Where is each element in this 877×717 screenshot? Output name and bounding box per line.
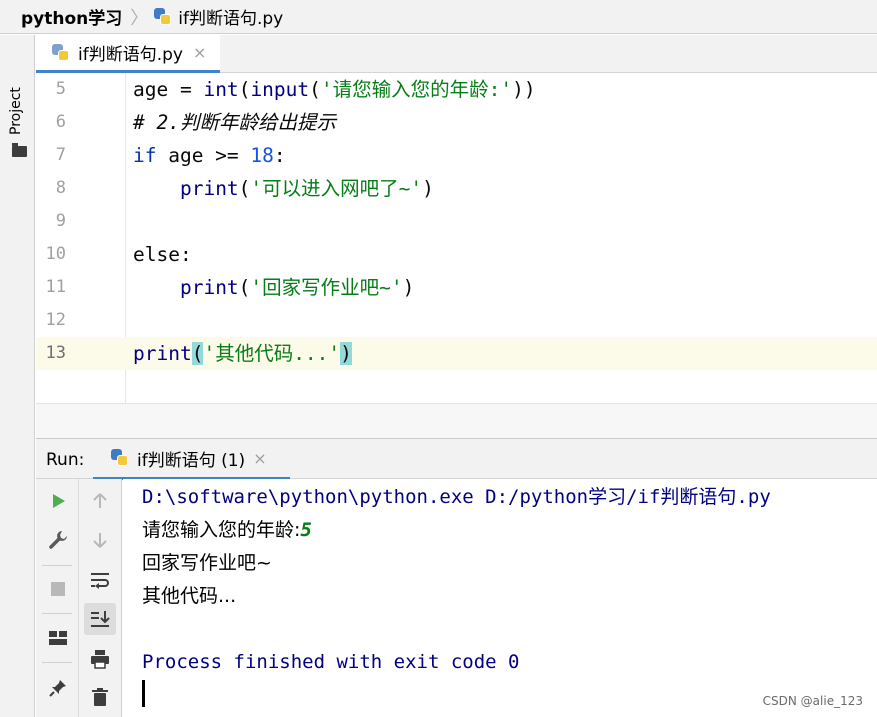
close-icon[interactable]: ×: [253, 449, 266, 468]
wrench-icon[interactable]: [42, 524, 74, 556]
print-icon[interactable]: [84, 643, 116, 675]
code-text: print('回家写作业吧~'): [179, 276, 415, 299]
layout-icon[interactable]: [42, 622, 74, 654]
code-text: print('其他代码...'): [133, 342, 352, 365]
text-caret: [142, 680, 145, 707]
line-number: 11: [45, 277, 66, 297]
run-icon[interactable]: [42, 485, 74, 517]
python-file-icon: [154, 7, 172, 26]
editor-footer: [36, 403, 877, 438]
console-output-line: 其他代码...: [142, 585, 237, 607]
python-file-icon: [52, 43, 70, 62]
folder-icon[interactable]: [12, 143, 27, 157]
code-line[interactable]: 5 age = int(input('请您输入您的年龄:')): [36, 73, 877, 106]
editor-tab-bar: if判断语句.py ×: [36, 35, 877, 73]
breadcrumb-separator: 〉: [130, 7, 149, 29]
toolbar-divider: [42, 565, 72, 566]
line-number: 8: [55, 178, 66, 198]
console-prompt: 请您输入您的年龄:: [142, 519, 301, 541]
soft-wrap-icon[interactable]: [84, 564, 116, 596]
tab-if-file[interactable]: if判断语句.py ×: [36, 35, 220, 73]
run-tab-label: if判断语句 (1): [137, 450, 246, 471]
code-comment: # 2.判断年龄给出提示: [133, 111, 336, 134]
run-console[interactable]: D:\software\python\python.exe D:/python学…: [123, 479, 877, 717]
line-number: 5: [55, 79, 66, 99]
navigation-breadcrumb: python学习 〉 if判断语句.py: [0, 0, 877, 34]
code-text: print('可以进入网吧了~'): [179, 177, 434, 200]
code-line[interactable]: 7 if age >= 18:: [36, 139, 877, 172]
code-line[interactable]: 6 # 2.判断年龄给出提示: [36, 106, 877, 139]
up-arrow-icon[interactable]: [84, 485, 116, 517]
code-line[interactable]: 12: [36, 304, 877, 337]
scroll-to-end-icon[interactable]: [84, 603, 116, 635]
left-tool-strip: Project: [0, 35, 35, 717]
line-number: 10: [45, 244, 66, 264]
code-editor[interactable]: 5 age = int(input('请您输入您的年龄:')) 6 # 2.判断…: [36, 73, 877, 438]
code-text: age = int(input('请您输入您的年龄:')): [133, 78, 536, 101]
code-text: else:: [133, 243, 192, 266]
python-run-icon: [111, 449, 129, 467]
run-tool-window-header: Run: if判断语句 (1) ×: [36, 438, 877, 480]
code-line-current[interactable]: 13 print('其他代码...'): [36, 337, 877, 370]
console-user-input: 5: [300, 519, 312, 541]
line-number: 7: [55, 145, 66, 165]
line-number: 13: [45, 343, 66, 363]
stop-icon[interactable]: [42, 573, 74, 605]
run-toolbar-secondary: [79, 479, 122, 717]
trash-icon[interactable]: [84, 681, 116, 713]
line-number: 6: [55, 112, 66, 132]
code-line[interactable]: 8 print('可以进入网吧了~'): [36, 172, 877, 205]
console-input-line: 请您输入您的年龄:5: [142, 514, 312, 547]
watermark: CSDN @alie_123: [762, 694, 863, 708]
toolbar-divider: [42, 662, 72, 663]
run-tab[interactable]: if判断语句 (1) ×: [93, 439, 290, 480]
line-number: 12: [45, 310, 66, 330]
breadcrumb-project[interactable]: python学习: [21, 4, 122, 29]
breadcrumb-file[interactable]: if判断语句.py: [178, 4, 283, 29]
console-command-line: D:\software\python\python.exe D:/python学…: [142, 486, 771, 508]
toolbar-divider: [42, 613, 72, 614]
down-arrow-icon[interactable]: [84, 524, 116, 556]
close-icon[interactable]: ×: [193, 43, 206, 62]
code-line[interactable]: 11 print('回家写作业吧~'): [36, 271, 877, 304]
console-output-line: 回家写作业吧~: [142, 552, 272, 574]
code-line[interactable]: 9: [36, 205, 877, 238]
code-line[interactable]: 10 else:: [36, 238, 877, 271]
project-tool-window-button[interactable]: Project: [8, 87, 24, 135]
code-text: if age >= 18:: [133, 144, 286, 167]
console-exit-message: Process finished with exit code 0: [142, 651, 520, 673]
line-number: 9: [55, 211, 66, 231]
tab-label: if判断语句.py: [78, 45, 183, 65]
run-label: Run:: [46, 450, 85, 470]
pin-icon[interactable]: [42, 672, 74, 704]
run-toolbar-primary: [36, 479, 79, 717]
